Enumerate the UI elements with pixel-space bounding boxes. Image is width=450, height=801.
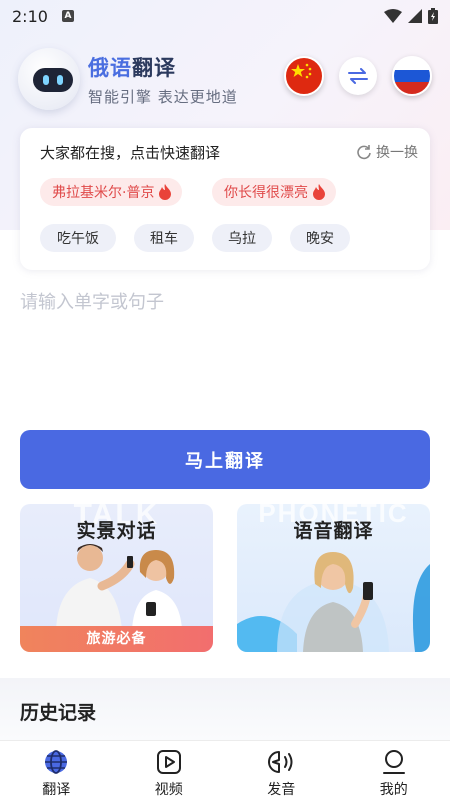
scene-dialogue-card[interactable]: TALK 实景对话 旅游必备 (20, 504, 213, 652)
swap-language-button[interactable] (339, 57, 377, 95)
suggestion-chip[interactable]: 乌拉 (212, 224, 272, 252)
app-header: 俄语翻译 智能引擎 表达更地道 (18, 48, 432, 118)
voice-translate-card[interactable]: PHONETIC 语音翻译 (237, 504, 430, 652)
refresh-button[interactable]: 换一换 (356, 142, 418, 162)
fire-icon (313, 184, 325, 200)
refresh-label: 换一换 (376, 145, 418, 161)
tab-video[interactable]: 视频 (113, 741, 226, 801)
app-title: 俄语翻译 (88, 56, 176, 80)
russia-flag-icon[interactable] (392, 56, 432, 96)
star-icon (291, 63, 312, 79)
notification-app-icon: A (61, 10, 74, 22)
tab-pronunciation[interactable]: 发音 (225, 741, 338, 801)
hot-suggestion-chip[interactable]: 弗拉基米尔·普京 (40, 178, 183, 206)
robot-logo-icon (18, 48, 80, 110)
hot-suggestion-chip[interactable]: 你长得很漂亮 (212, 178, 336, 206)
woman-phone-illustration-icon (237, 552, 430, 652)
speaker-sound-icon (268, 751, 293, 773)
suggestion-chip[interactable]: 晚安 (290, 224, 350, 252)
suggestion-chip[interactable]: 租车 (134, 224, 194, 252)
quick-translate-title: 大家都在搜，点击快速翻译 (40, 144, 221, 162)
battery-icon (428, 8, 438, 24)
app-subtitle: 智能引擎 表达更地道 (88, 88, 238, 106)
bottom-tab-bar: 翻译 视频 发音 我的 (0, 740, 450, 801)
wifi-icon (384, 9, 402, 23)
status-icons (384, 8, 438, 24)
tab-label: 发音 (267, 782, 296, 798)
status-time: 2:10 (12, 6, 48, 26)
tab-label: 视频 (154, 782, 183, 798)
fire-icon (159, 184, 172, 200)
china-flag-icon[interactable] (284, 56, 324, 96)
profile-icon (382, 750, 405, 774)
tab-label: 翻译 (42, 782, 71, 798)
tab-label: 我的 (379, 782, 408, 798)
status-bar: 2:10 A (0, 0, 450, 32)
quick-translate-card: 大家都在搜，点击快速翻译 换一换 弗拉基米尔·普京 你长得很漂亮 吃午饭 租车 … (20, 128, 430, 270)
suggestion-chip[interactable]: 吃午饭 (40, 224, 116, 252)
history-title: 历史记录 (20, 702, 97, 724)
hot-suggestion-label: 你长得很漂亮 (224, 185, 308, 201)
globe-icon (45, 750, 68, 774)
history-section: 历史记录 (0, 678, 450, 740)
feature-tag: 旅游必备 (20, 626, 213, 652)
swap-arrows-icon (348, 68, 368, 84)
translate-button[interactable]: 马上翻译 (20, 430, 430, 489)
translate-input[interactable] (20, 288, 430, 408)
refresh-icon (357, 145, 371, 160)
couple-illustration-icon (56, 544, 182, 630)
tab-translate[interactable]: 翻译 (0, 741, 113, 801)
feature-title: 语音翻译 (293, 520, 374, 542)
tab-profile[interactable]: 我的 (338, 741, 450, 801)
hot-suggestion-label: 弗拉基米尔·普京 (52, 185, 155, 201)
video-play-icon (156, 750, 181, 774)
signal-icon (408, 9, 422, 23)
